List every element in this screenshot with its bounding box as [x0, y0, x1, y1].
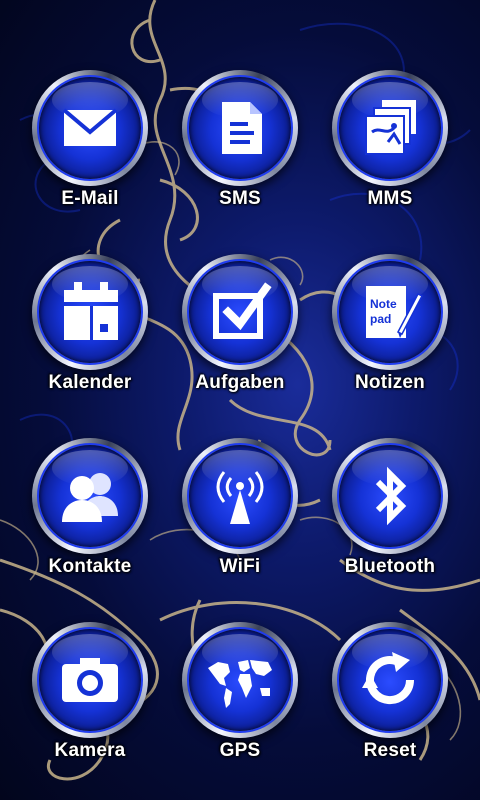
document-icon — [222, 102, 262, 154]
reset-icon — [362, 652, 415, 705]
app-contacts[interactable]: Kontakte — [15, 438, 165, 608]
app-label: Notizen — [354, 372, 425, 393]
app-calendar[interactable]: Kalender — [15, 254, 165, 424]
app-label: E-Mail — [61, 188, 119, 209]
envelope-icon — [62, 108, 118, 146]
app-gps[interactable]: GPS — [165, 622, 315, 792]
world-map-icon — [208, 660, 272, 708]
app-label: GPS — [219, 740, 261, 761]
checkbox-icon — [213, 282, 272, 339]
notepad-text-note: Note — [370, 297, 397, 311]
app-label: Kontakte — [48, 556, 132, 577]
camera-icon — [62, 658, 118, 702]
app-label: MMS — [367, 188, 413, 209]
app-label: Bluetooth — [344, 556, 436, 577]
app-label: SMS — [219, 188, 261, 209]
picture-message-icon — [365, 100, 416, 155]
notepad-text-pad: pad — [370, 312, 391, 326]
contacts-icon — [62, 473, 118, 522]
app-email[interactable]: E-Mail — [15, 70, 165, 240]
app-bluetooth[interactable]: Bluetooth — [315, 438, 465, 608]
app-mms[interactable]: MMS — [315, 70, 465, 240]
app-wifi[interactable]: WiFi — [165, 438, 315, 608]
app-label: Kamera — [54, 740, 126, 761]
app-label: Kalender — [48, 372, 132, 393]
app-camera[interactable]: Kamera — [15, 622, 165, 792]
app-label: Reset — [363, 740, 417, 761]
app-sms[interactable]: SMS — [165, 70, 315, 240]
calendar-icon — [64, 282, 118, 340]
app-label: WiFi — [219, 556, 261, 577]
app-grid: E-Mail SMS MMS Kalender Aufgaben Note pa… — [0, 0, 480, 800]
app-reset[interactable]: Reset — [315, 622, 465, 792]
app-tasks[interactable]: Aufgaben — [165, 254, 315, 424]
app-label: Aufgaben — [195, 372, 285, 393]
bluetooth-icon — [375, 466, 407, 526]
wifi-tower-icon — [216, 471, 264, 524]
notepad-icon: Note pad — [366, 286, 424, 338]
app-notes[interactable]: Note pad Notizen — [315, 254, 465, 424]
